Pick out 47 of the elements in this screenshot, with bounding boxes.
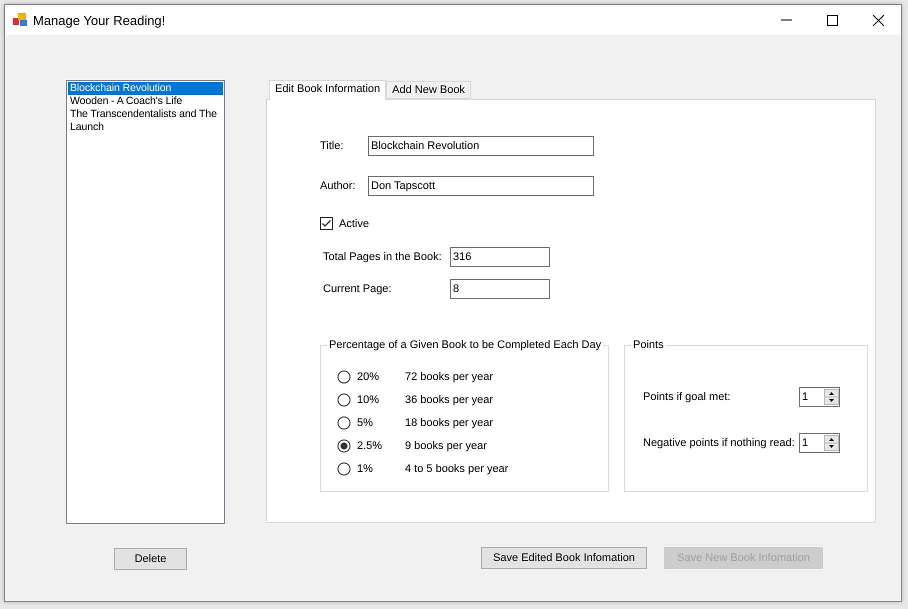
book-list-item[interactable]: Launch xyxy=(68,121,223,134)
books-per-year-text: 36 books per year xyxy=(405,394,494,406)
text-field[interactable]: Don Tapscott xyxy=(368,176,594,196)
app-icon xyxy=(13,13,27,27)
field-label: Author: xyxy=(320,180,356,192)
field-label: Points if goal met: xyxy=(643,391,732,403)
field-label: Negative points if nothing read: xyxy=(643,437,796,449)
checkbox[interactable] xyxy=(320,217,333,230)
field-label: Current Page: xyxy=(323,283,392,295)
spin-arrows-icon[interactable] xyxy=(824,435,839,451)
checkbox-label: Active xyxy=(339,218,369,230)
field-label: Title: xyxy=(320,140,344,152)
text-field[interactable]: Blockchain Revolution xyxy=(368,136,594,156)
field-label: Total Pages in the Book: xyxy=(323,251,443,263)
books-per-year-text: 72 books per year xyxy=(405,370,494,382)
number-spinner[interactable]: 1 xyxy=(799,433,840,453)
text-field[interactable]: 8 xyxy=(450,279,550,299)
maximize-icon[interactable] xyxy=(826,14,838,26)
close-icon[interactable] xyxy=(872,14,884,26)
radio-label: 10% xyxy=(357,394,380,406)
radio-button[interactable] xyxy=(337,416,351,430)
number-spinner[interactable]: 1 xyxy=(799,387,840,407)
radio-label: 2.5% xyxy=(357,440,384,452)
books-per-year-text: 4 to 5 books per year xyxy=(405,462,508,474)
spin-arrows-icon[interactable] xyxy=(824,389,839,405)
radio-button[interactable] xyxy=(337,370,351,384)
group-title: Points xyxy=(631,339,666,351)
window-title: Manage Your Reading! xyxy=(33,12,166,28)
book-list[interactable]: Blockchain Revolution Wooden - A Coach's Life The Transcendentalists and The Launch xyxy=(66,80,225,524)
tab[interactable]: Edit Book Information xyxy=(269,80,386,100)
books-per-year-text: 18 books per year xyxy=(405,416,494,428)
group-title: Percentage of a Given Book to be Completed Each Day xyxy=(327,339,604,351)
tab[interactable]: Add New Book xyxy=(386,81,471,99)
radio-label: 1% xyxy=(357,462,374,474)
radio-button[interactable] xyxy=(337,438,351,452)
radio-label: 5% xyxy=(357,416,374,428)
radio-button[interactable] xyxy=(337,392,351,406)
text-field[interactable]: 316 xyxy=(450,247,550,267)
minimize-icon[interactable] xyxy=(780,19,792,21)
book-list-item[interactable]: Blockchain Revolution xyxy=(68,82,223,95)
save-button[interactable]: Save Edited Book Infomation xyxy=(481,547,647,569)
book-list-item[interactable]: Wooden - A Coach's Life xyxy=(68,95,223,108)
delete-button[interactable]: Delete xyxy=(114,548,187,570)
book-list-item[interactable]: The Transcendentalists and The xyxy=(68,108,223,121)
radio-button[interactable] xyxy=(337,462,351,476)
books-per-year-text: 9 books per year xyxy=(405,440,487,452)
radio-label: 20% xyxy=(357,370,380,382)
